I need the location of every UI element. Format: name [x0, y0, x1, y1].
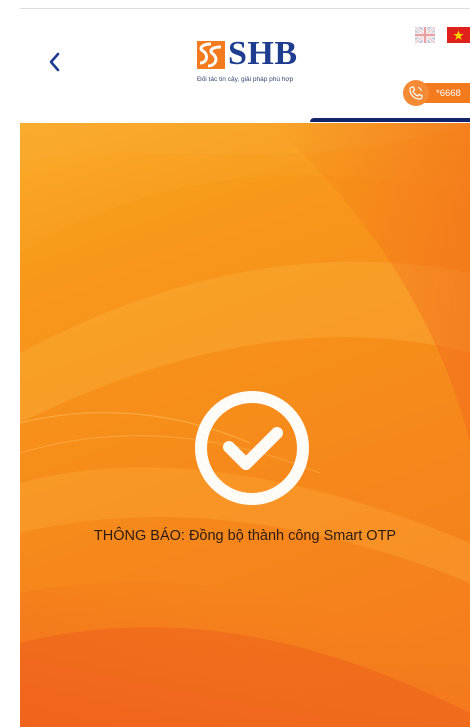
- shb-logo-mark-icon: [197, 41, 225, 69]
- header-accent-bar: [310, 118, 470, 122]
- language-english-button[interactable]: [414, 25, 436, 45]
- notification-message: THÔNG BÁO: Đồng bộ thành công Smart OTP: [93, 528, 397, 544]
- shb-logo: SHB Đối tác tin cậy, giải pháp phù hợp: [197, 37, 322, 93]
- language-vietnamese-button[interactable]: [447, 27, 470, 43]
- left-margin: [0, 0, 20, 727]
- phone-icon: [409, 86, 423, 100]
- screen: SHB Đối tác tin cậy, giải pháp phù hợp *…: [0, 0, 470, 727]
- chevron-left-icon: [49, 52, 60, 72]
- hotline-number: *6668: [436, 88, 461, 99]
- logo-brand-text: SHB: [228, 35, 298, 72]
- notification-banner: THÔNG BÁO: Đồng bộ thành công Smart OTP: [20, 123, 470, 727]
- checkmark-circle-icon: [195, 391, 309, 505]
- back-button[interactable]: [42, 49, 68, 75]
- hotline-icon-circle: [403, 80, 429, 106]
- header: SHB Đối tác tin cậy, giải pháp phù hợp *…: [20, 9, 470, 122]
- logo-tagline: Đối tác tin cậy, giải pháp phù hợp: [197, 76, 294, 83]
- hotline-button[interactable]: *6668: [403, 80, 470, 106]
- uk-flag-icon: [414, 25, 436, 45]
- vietnam-flag-icon: [447, 27, 470, 43]
